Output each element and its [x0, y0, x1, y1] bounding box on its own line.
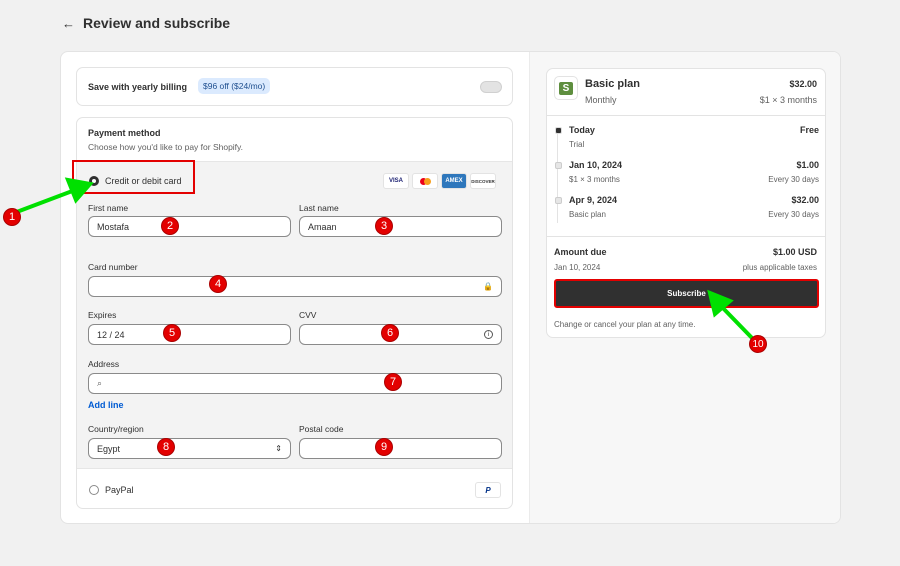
annotation-6: 6: [381, 324, 399, 342]
annotation-10: 10: [749, 335, 767, 353]
arrow-10: [718, 303, 754, 340]
annotation-arrows: [13, 177, 754, 340]
annotation-5: 5: [163, 324, 181, 342]
annotation-9: 9: [375, 438, 393, 456]
annotation-8: 8: [157, 438, 175, 456]
annotation-4: 4: [209, 275, 227, 293]
annotation-7: 7: [384, 373, 402, 391]
annotation-3: 3: [375, 217, 393, 235]
arrow-1-head: [64, 177, 94, 204]
annotation-1: 1: [3, 208, 21, 226]
annotation-2: 2: [161, 217, 179, 235]
arrow-1: [13, 188, 76, 215]
